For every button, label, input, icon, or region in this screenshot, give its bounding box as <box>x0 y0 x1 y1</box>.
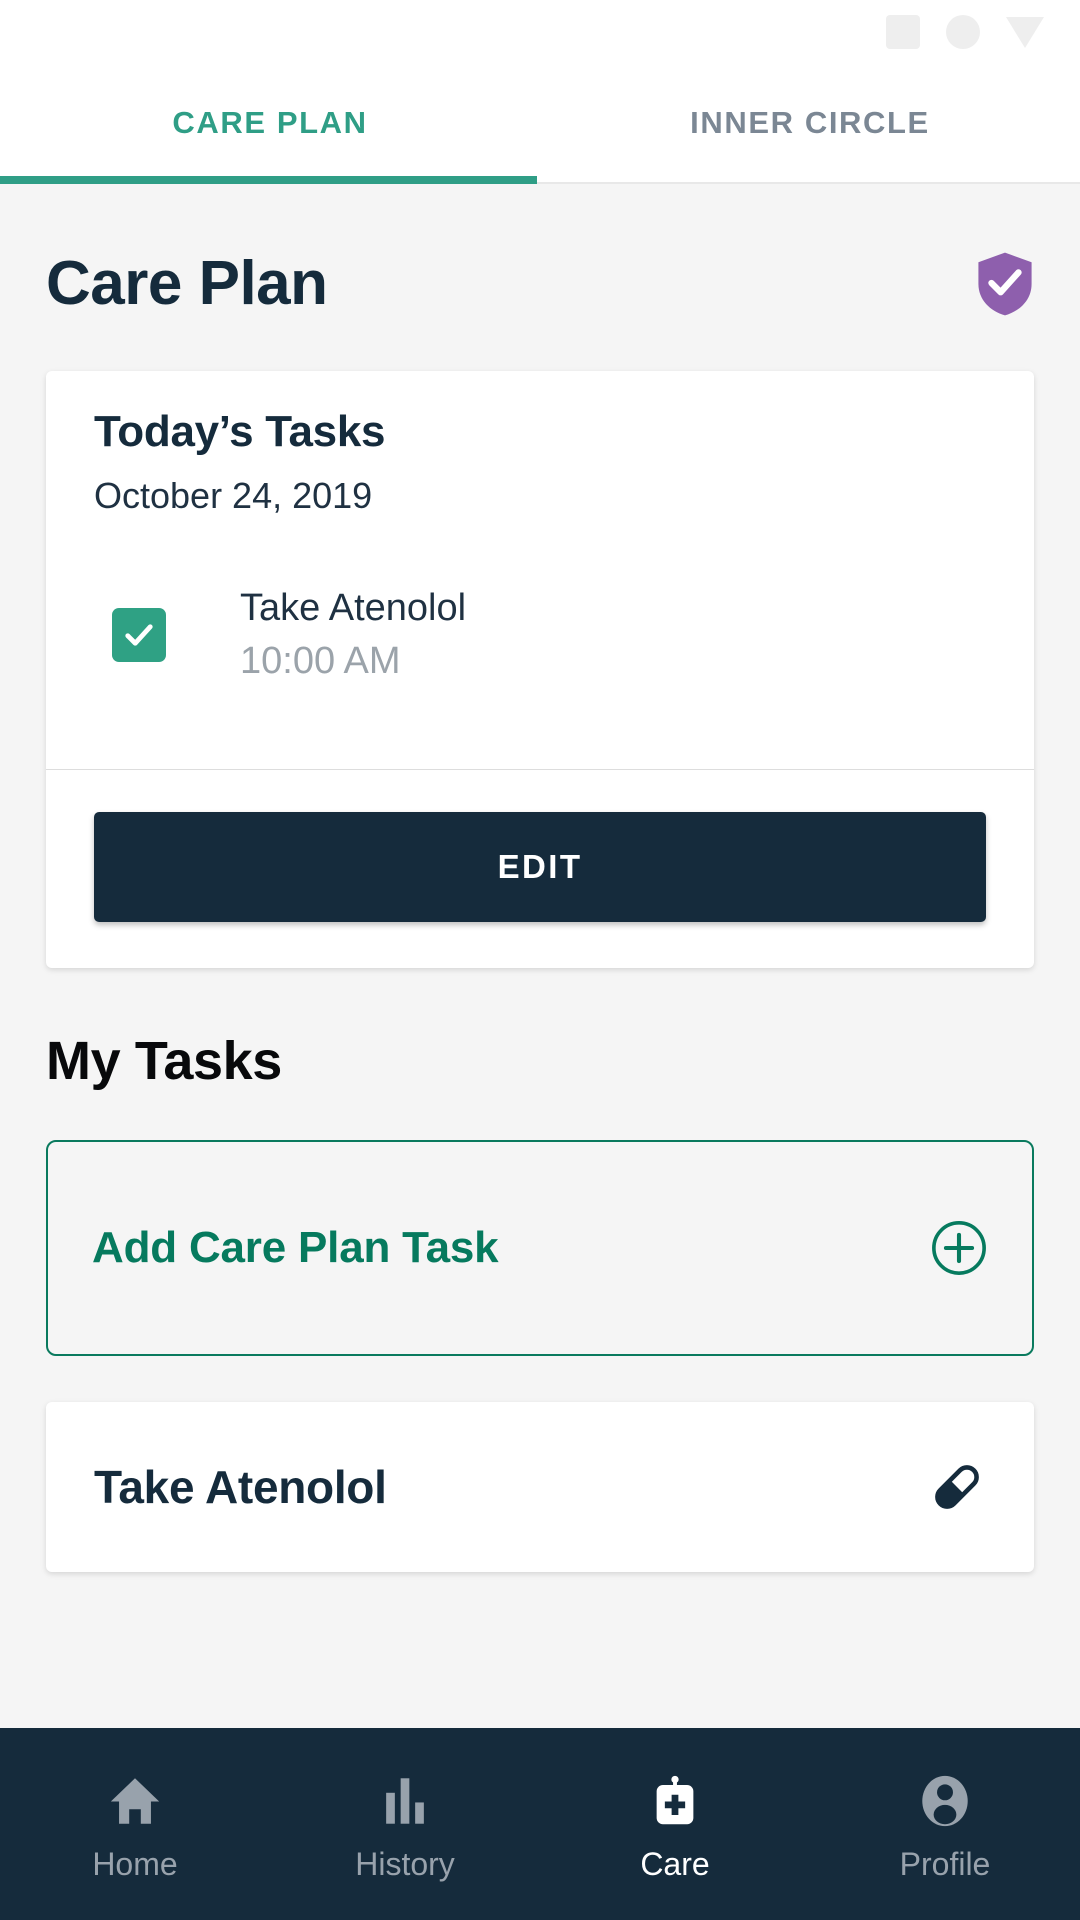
todays-tasks-card: Today’s Tasks October 24, 2019 Take Aten… <box>46 371 1034 968</box>
page-title: Care Plan <box>46 249 328 318</box>
care-plan-task-card[interactable]: Take Atenolol <box>46 1402 1034 1572</box>
tab-inner-circle-label: INNER CIRCLE <box>690 105 930 140</box>
status-bar <box>0 0 1080 64</box>
page-header: Care Plan <box>0 184 1080 319</box>
task-name: Take Atenolol <box>240 587 467 629</box>
task-time: 10:00 AM <box>240 640 401 682</box>
bar-chart-icon <box>376 1766 434 1830</box>
circle-placeholder-icon <box>946 15 980 49</box>
add-care-plan-task-button[interactable]: Add Care Plan Task <box>46 1140 1034 1356</box>
nav-item-home-label: Home <box>92 1845 178 1882</box>
pill-icon <box>935 1465 979 1509</box>
shield-check-icon <box>978 252 1032 315</box>
my-tasks-title: My Tasks <box>46 1031 282 1091</box>
task-texts: Take Atenolol 10:00 AM <box>240 587 466 683</box>
nav-item-care-label: Care <box>640 1845 710 1882</box>
triangle-placeholder-icon <box>1006 16 1044 48</box>
plus-circle-icon <box>932 1221 986 1275</box>
todays-tasks-body: Today’s Tasks October 24, 2019 Take Aten… <box>46 371 1034 729</box>
tab-care-plan[interactable]: CARE PLAN <box>0 64 540 182</box>
tab-active-indicator <box>0 176 537 184</box>
todays-tasks-date: October 24, 2019 <box>94 475 373 516</box>
nav-item-history-label: History <box>355 1845 455 1882</box>
nav-item-profile-label: Profile <box>899 1845 991 1882</box>
nav-item-home[interactable]: Home <box>0 1728 270 1920</box>
nav-item-profile[interactable]: Profile <box>810 1728 1080 1920</box>
task-checkbox[interactable] <box>112 608 166 662</box>
nav-item-history[interactable]: History <box>270 1728 540 1920</box>
app-root: CARE PLAN INNER CIRCLE Care Plan Today’s… <box>0 0 1080 1920</box>
tab-inner-circle[interactable]: INNER CIRCLE <box>540 64 1080 182</box>
care-bag-icon <box>646 1766 704 1830</box>
todays-tasks-title: Today’s Tasks <box>94 407 386 456</box>
add-care-plan-task-label: Add Care Plan Task <box>92 1223 499 1272</box>
task-row[interactable]: Take Atenolol 10:00 AM <box>94 587 986 683</box>
edit-button-wrap: EDIT <box>46 770 1034 968</box>
nav-item-care[interactable]: Care <box>540 1728 810 1920</box>
person-icon <box>916 1766 974 1830</box>
edit-button[interactable]: EDIT <box>94 812 986 922</box>
square-placeholder-icon <box>886 15 920 49</box>
tab-care-plan-label: CARE PLAN <box>172 105 368 140</box>
tab-bar: CARE PLAN INNER CIRCLE <box>0 64 1080 182</box>
care-plan-task-title: Take Atenolol <box>94 1461 387 1513</box>
bottom-navigation: Home History Care Profile <box>0 1728 1080 1920</box>
main-content: Care Plan Today’s Tasks October 24, 2019 <box>0 184 1080 1728</box>
checkmark-icon <box>125 624 153 646</box>
home-icon <box>106 1766 164 1830</box>
